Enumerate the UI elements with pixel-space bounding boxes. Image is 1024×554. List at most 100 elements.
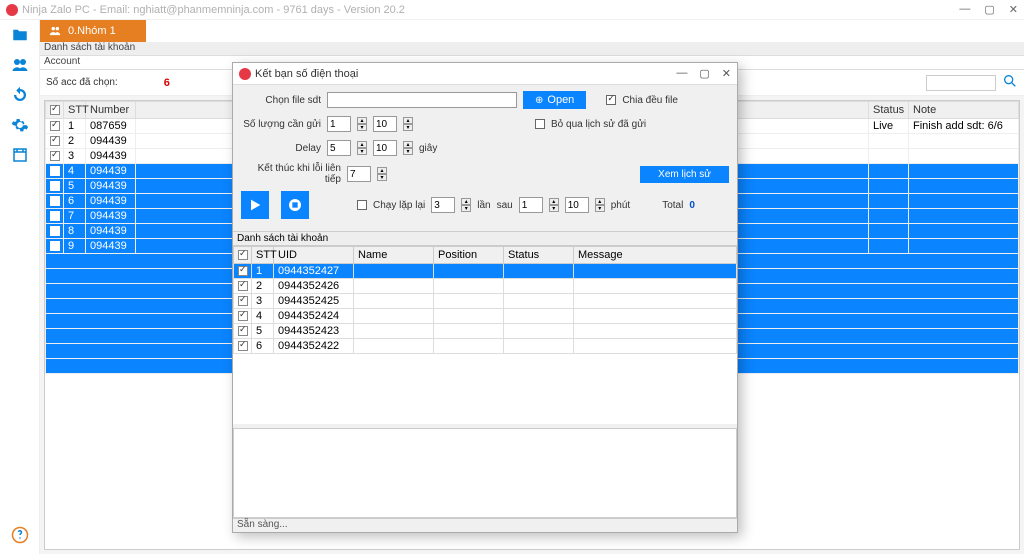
- selected-count-value: 6: [164, 77, 170, 89]
- search-input[interactable]: [926, 75, 996, 91]
- stop-on-fail-input[interactable]: 7: [347, 166, 371, 182]
- row-checkbox[interactable]: [50, 166, 60, 176]
- spinner[interactable]: ▴▾: [549, 197, 559, 213]
- stop-button[interactable]: [281, 191, 309, 219]
- repeat-checkbox[interactable]: [357, 200, 367, 210]
- search-icon[interactable]: [1002, 73, 1018, 92]
- gear-icon[interactable]: [9, 114, 31, 136]
- spinner[interactable]: ▴▾: [595, 197, 605, 213]
- users-icon[interactable]: [9, 54, 31, 76]
- app-titlebar: Ninja Zalo PC - Email: nghiatt@phanmemni…: [0, 0, 1024, 20]
- row-checkbox[interactable]: [50, 196, 60, 206]
- window-minimize-button[interactable]: —: [959, 3, 970, 16]
- delay-unit: giây: [419, 143, 437, 154]
- spinner[interactable]: ▴▾: [357, 140, 367, 156]
- window-maximize-button[interactable]: ▢: [984, 3, 994, 16]
- sidebar: [0, 20, 40, 554]
- row-checkbox[interactable]: [50, 151, 60, 161]
- col-note[interactable]: Note: [909, 102, 1019, 119]
- tab-group-0[interactable]: 0.Nhóm 1: [40, 20, 146, 42]
- row-checkbox[interactable]: [238, 266, 248, 276]
- row-checkbox[interactable]: [238, 281, 248, 291]
- spinner[interactable]: ▴▾: [377, 166, 387, 182]
- row-checkbox[interactable]: [50, 211, 60, 221]
- window-close-button[interactable]: ✕: [1009, 3, 1018, 16]
- qty-min-input[interactable]: 1: [327, 116, 351, 132]
- spinner[interactable]: ▴▾: [357, 116, 367, 132]
- spinner[interactable]: ▴▾: [403, 116, 413, 132]
- row-checkbox[interactable]: [238, 326, 248, 336]
- col-checkbox: [46, 102, 64, 119]
- delay-max-input[interactable]: 10: [373, 140, 397, 156]
- total-value: 0: [689, 200, 695, 211]
- dialog-minimize-button[interactable]: —: [676, 67, 687, 80]
- stop-on-fail-label: Kết thúc khi lỗi liên tiếp: [241, 163, 341, 185]
- row-checkbox[interactable]: [50, 136, 60, 146]
- open-file-button[interactable]: ⊕ Open: [523, 91, 586, 109]
- col-status[interactable]: Status: [869, 102, 909, 119]
- choose-file-label: Chọn file sdt: [241, 95, 321, 106]
- col-number[interactable]: Number: [86, 102, 136, 119]
- qty-label: Số lượng cần gửi: [241, 119, 321, 130]
- spinner[interactable]: ▴▾: [461, 197, 471, 213]
- col-uid[interactable]: UID: [274, 247, 354, 264]
- breadcrumb: Danh sách tài khoản: [40, 42, 1024, 56]
- view-history-button[interactable]: Xem lịch sử: [640, 166, 729, 183]
- app-title: Ninja Zalo PC - Email: nghiatt@phanmemni…: [22, 4, 405, 16]
- refresh-icon[interactable]: [9, 84, 31, 106]
- dialog-titlebar[interactable]: Kết bạn số điện thoại — ▢ ✕: [233, 63, 737, 85]
- table-row[interactable]: 60944352422: [234, 339, 737, 354]
- play-button[interactable]: [241, 191, 269, 219]
- dialog-status-bar: Sẵn sàng...: [233, 518, 737, 532]
- calendar-icon[interactable]: [9, 144, 31, 166]
- skip-history-label: Bỏ qua lịch sử đã gửi: [551, 119, 646, 130]
- split-file-checkbox[interactable]: [606, 95, 616, 105]
- delay-label: Delay: [241, 143, 321, 154]
- col-message[interactable]: Message: [574, 247, 737, 264]
- qty-max-input[interactable]: 10: [373, 116, 397, 132]
- after-max-input[interactable]: 10: [565, 197, 589, 213]
- dialog-maximize-button[interactable]: ▢: [699, 67, 709, 80]
- repeat-label: Chạy lặp lại: [373, 200, 425, 211]
- split-file-label: Chia đều file: [622, 95, 678, 106]
- table-row[interactable]: 50944352423: [234, 324, 737, 339]
- repeat-count-input[interactable]: 3: [431, 197, 455, 213]
- table-row[interactable]: 40944352424: [234, 309, 737, 324]
- col-status[interactable]: Status: [504, 247, 574, 264]
- col-name[interactable]: Name: [354, 247, 434, 264]
- dialog-section-title: Danh sách tài khoản: [233, 231, 737, 246]
- row-checkbox[interactable]: [50, 181, 60, 191]
- row-checkbox[interactable]: [50, 226, 60, 236]
- after-min-input[interactable]: 1: [519, 197, 543, 213]
- table-row[interactable]: 10944352427: [234, 264, 737, 279]
- skip-history-checkbox[interactable]: [535, 119, 545, 129]
- users-icon: [48, 24, 62, 38]
- col-stt[interactable]: STT: [64, 102, 86, 119]
- delay-min-input[interactable]: 5: [327, 140, 351, 156]
- help-icon[interactable]: [9, 524, 31, 546]
- tab-label: 0.Nhóm 1: [68, 25, 116, 37]
- row-checkbox[interactable]: [238, 341, 248, 351]
- folder-icon[interactable]: [9, 24, 31, 46]
- spinner[interactable]: ▴▾: [403, 140, 413, 156]
- row-checkbox[interactable]: [238, 296, 248, 306]
- row-checkbox[interactable]: [50, 121, 60, 131]
- file-path-input[interactable]: [327, 92, 517, 108]
- col-checkbox[interactable]: [238, 250, 248, 260]
- dialog-log-area: [233, 428, 737, 518]
- dialog-title: Kết bạn số điện thoại: [255, 68, 358, 80]
- row-checkbox[interactable]: [238, 311, 248, 321]
- app-logo-icon: [6, 4, 18, 16]
- table-row[interactable]: 20944352426: [234, 279, 737, 294]
- col-position[interactable]: Position: [434, 247, 504, 264]
- selected-count-label: Số acc đã chọn:: [46, 77, 118, 88]
- app-logo-icon: [239, 68, 251, 80]
- total-label: Total: [662, 200, 683, 211]
- dialog-accounts-grid[interactable]: STT UID Name Position Status Message 109…: [233, 246, 737, 424]
- add-friend-dialog: Kết bạn số điện thoại — ▢ ✕ Chọn file sd…: [232, 62, 738, 533]
- dialog-close-button[interactable]: ✕: [722, 67, 731, 80]
- row-checkbox[interactable]: [50, 241, 60, 251]
- table-row[interactable]: 30944352425: [234, 294, 737, 309]
- col-stt[interactable]: STT: [252, 247, 274, 264]
- tab-strip: 0.Nhóm 1: [40, 20, 1024, 42]
